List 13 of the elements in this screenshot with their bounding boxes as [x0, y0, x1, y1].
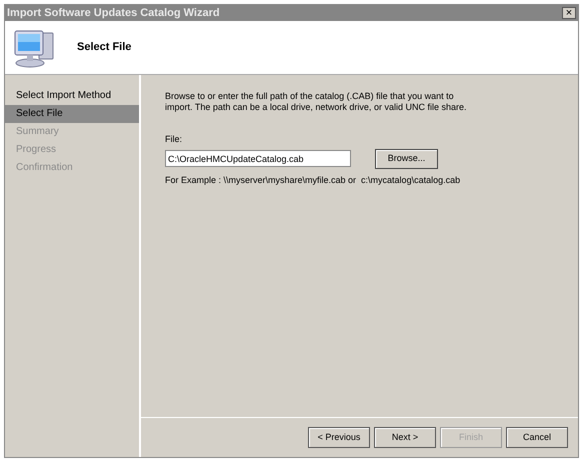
- window-title: Import Software Updates Catalog Wizard: [7, 6, 220, 21]
- wizard-button[interactable]: Cancel: [506, 427, 568, 448]
- instructions-text: Browse to or enter the full path of the catalog (.CAB) file that you want to import. The path can be a local drive, network drive, or valid UNC file share.: [165, 91, 468, 113]
- step-item[interactable]: Select File: [5, 105, 139, 123]
- file-label: File:: [165, 133, 184, 146]
- step-item[interactable]: Select Import Method: [5, 87, 139, 105]
- page-heading: Select File: [77, 40, 132, 56]
- close-button[interactable]: ×: [562, 7, 576, 19]
- wizard-button[interactable]: Next >: [374, 427, 436, 448]
- file-path-field[interactable]: C:\OracleHMCUpdateCatalog.cab: [165, 150, 351, 167]
- wizard-button[interactable]: < Previous: [308, 427, 370, 448]
- example-text: For Example : \\myserver\myshare\myfile.cab or c:\mycatalog\catalog.cab: [165, 174, 462, 187]
- browse-button[interactable]: Browse...: [375, 148, 438, 168]
